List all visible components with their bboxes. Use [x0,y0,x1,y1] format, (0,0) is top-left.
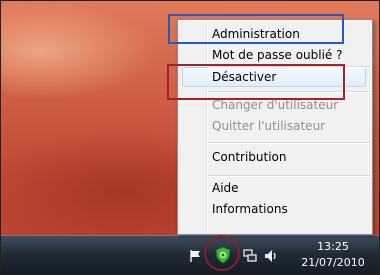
clock-date: 21/07/2010 [301,256,365,269]
menu-item-information[interactable]: Informations [212,201,288,217]
taskbar-clock[interactable]: 13:25 21/07/2010 [293,239,373,271]
menu-item-forgot-password[interactable]: Mot de passe oublié ? [212,47,343,63]
clock-time: 13:25 [317,240,349,253]
menu-item-contribution[interactable]: Contribution [212,149,287,165]
network-icon[interactable] [242,248,258,264]
menu-separator [208,142,370,144]
menu-separator [208,175,370,177]
flag-icon[interactable] [187,248,203,264]
screenshot: 13:25 21/07/2010 Administration Mot de p… [0,0,380,275]
tray-context-menu: Administration Mot de passe oublié ? Dés… [177,19,373,235]
annotation-circle [204,235,240,271]
annotation-blue-box [168,14,344,44]
volume-icon[interactable] [263,248,279,264]
menu-item-quit-user: Quitter l'utilisateur [212,119,326,133]
annotation-red-box [167,64,345,100]
menu-item-help[interactable]: Aide [212,180,239,196]
